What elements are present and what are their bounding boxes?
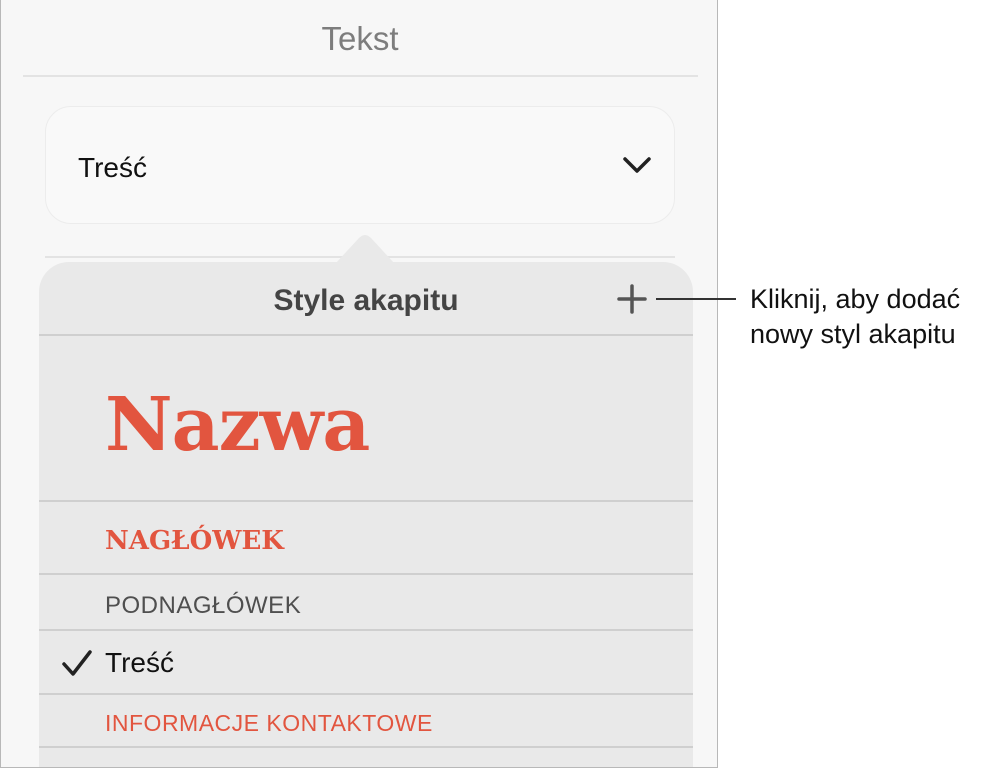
style-item-label: INFORMACJE KONTAKTOWE	[105, 710, 433, 736]
current-style-label: Treść	[78, 152, 147, 183]
style-item-informacje-kontaktowe[interactable]: INFORMACJE KONTAKTOWE	[39, 695, 693, 748]
panel-title: Tekst	[321, 20, 399, 57]
style-item-tresc[interactable]: Treść	[39, 631, 693, 695]
style-item-nazwa[interactable]: Nazwa	[39, 336, 693, 502]
popover-title: Style akapitu	[273, 284, 459, 317]
text-format-panel: Tekst Treść Style akapitu Nazwa NAGŁÓWEK…	[0, 0, 718, 768]
callout-line-2: nowy styl akapitu	[750, 319, 956, 349]
divider	[23, 75, 698, 77]
paragraph-style-selector[interactable]: Treść	[45, 106, 675, 224]
checkmark-icon	[62, 650, 92, 676]
callout-leader-line	[656, 298, 736, 300]
chevron-down-icon	[623, 157, 651, 173]
style-item-naglowek[interactable]: NAGŁÓWEK	[39, 502, 693, 575]
style-item-label: Treść	[105, 647, 174, 678]
style-item-label: NAGŁÓWEK	[105, 526, 284, 556]
callout-text: Kliknij, aby dodać nowy styl akapitu	[750, 282, 995, 352]
popover-arrow	[335, 235, 395, 264]
style-item-label: Nazwa	[105, 382, 370, 468]
plus-icon[interactable]	[617, 284, 647, 314]
style-item-label: PODNAGŁÓWEK	[105, 592, 302, 619]
callout-line-1: Kliknij, aby dodać	[750, 284, 961, 314]
style-item-podnaglowek[interactable]: PODNAGŁÓWEK	[39, 575, 693, 631]
paragraph-styles-popover: Style akapitu Nazwa NAGŁÓWEK PODNAGŁÓWEK…	[39, 262, 693, 767]
